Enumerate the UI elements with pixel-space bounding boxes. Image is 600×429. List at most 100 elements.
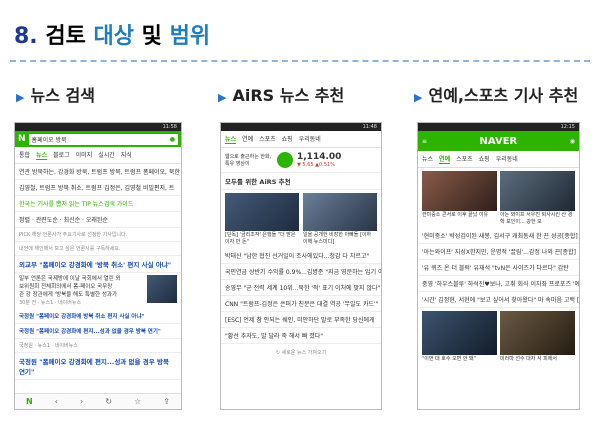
airs-item[interactable]: 국민연금 상반기 수익률 0.9%...김병준 "지금 영문하는 입기 이거..	[221, 264, 381, 280]
video-card-1[interactable]: 한미중소 콘서로 이후 끝났 이유	[422, 171, 497, 225]
news-headline-1[interactable]: 외교부 "폼페이오 강경화에 '방북 취소' 편지 사실 아냐"	[15, 256, 181, 273]
title-word-4: 범위	[169, 24, 211, 49]
airs-item[interactable]: "황선 추자도, 발 달라 죽 해서 빠 졌다"	[221, 328, 381, 344]
pick-notice: PICK 해당 언론사가 주요기사로 선정한 기사입니다.	[15, 228, 181, 242]
entertainment-item[interactable]: '유 퀴즈 온 더 블럭' 유재석 "tvN은 사이즈가 다르다" 감탄	[418, 260, 579, 276]
entertainment-item[interactable]: '아는와이프' 지성X한지민, 운명적 '끌림'...감정 나와 끈[종합]	[418, 244, 579, 260]
menu-icon[interactable]: ≡	[422, 138, 427, 145]
tab-shopping[interactable]: 쇼핑	[282, 134, 293, 144]
news-meta: 국정원 · 뉴스1 · 네이버뉴스	[15, 339, 181, 353]
header-label: AiRS 뉴스 추천	[232, 86, 345, 105]
phone-airs: 11:48 뉴스 연예 스포츠 쇼핑 우리동네 웹으로 출근하는 한화, 특유 …	[220, 122, 382, 410]
airs-section-title: 모두를 위한 AiRS 추천	[221, 173, 381, 190]
title-word-3: 및	[141, 24, 162, 49]
tab-total[interactable]: 통합	[19, 150, 30, 160]
naver-home-icon[interactable]: N	[26, 397, 33, 406]
snippet-line: 보위원회 전체회의에서 폼-페이오 국무장	[19, 284, 113, 290]
video-title: 아는 와이프 서우진 퇴사시킨 산 경학 보인이... 강한 모	[500, 212, 573, 225]
search-tip-link[interactable]: 한국는 기사를 뽑져 읽는 TIP 뉴스검색 가이드	[15, 196, 181, 212]
news-headline-4[interactable]: 국정원 "폼페이오 강경화에 편지...성과 없을 경우 방북 연기"	[15, 353, 181, 380]
exchange-rate: 1,114.00	[297, 152, 342, 162]
title-word-2: 대상	[93, 24, 134, 49]
airs-item[interactable]: CNN "트럼프-김정은 은퍼가 친분은 대결 역공 '무일도 카드'"	[221, 296, 381, 312]
card-title: [단독] '금리조작' 은행들 "더 받은 이자 반 돈"	[225, 232, 296, 245]
video-title: 한미중소 콘서로 이후 끝났 이유	[422, 212, 489, 218]
star-icon[interactable]: ☆	[134, 397, 141, 406]
airs-card-1[interactable]: [단독] '금리조작' 은행들 "더 받은 이자 반 돈"	[225, 193, 299, 245]
section-header-entertainment: ▶ 연예,스포츠 기사 추천	[414, 82, 578, 106]
airs-cards: [단독] '금리조작' 은행들 "더 받은 이자 반 돈" 일을 공개한 비장한…	[221, 190, 381, 248]
related-searches[interactable]: 연관 방북하는, 강경화 방북, 트럼프 방북, 트럼프 폼페이오, 북한	[15, 164, 181, 180]
airs-item[interactable]: [ESC] 언제 참 안되는 쉐인, 미안하단 말로 부족한 당신에게	[221, 312, 381, 328]
search-input[interactable]: 홈페이오 방북 ●	[28, 133, 178, 145]
video-thumbnail[interactable]	[422, 311, 497, 355]
status-bar: 12:15	[418, 123, 579, 131]
forward-icon[interactable]: ›	[80, 397, 83, 406]
video-thumbnail[interactable]	[500, 311, 575, 355]
title-number: 8.	[14, 24, 38, 49]
entertainment-item[interactable]: 중영 '하우스블루' 하석진♥보나, 고취 회식 이자좌 프로포즈 '예..	[418, 276, 579, 292]
video-card-2[interactable]: 아는 와이프 서우진 퇴사시킨 산 경학 보인이... 강한 모	[500, 171, 575, 225]
tab-sports[interactable]: 스포츠	[259, 134, 276, 144]
rate-change: ▼ 5.65 ▲0.51%	[297, 162, 335, 168]
load-more-label: 새로운 뉴스 가져오기	[281, 350, 327, 356]
video-cards-top: 한미중소 콘서로 이후 끝났 이유 아는 와이프 서우진 퇴사시킨 산 경학 보…	[418, 168, 579, 228]
tab-sports[interactable]: 스포츠	[456, 154, 473, 164]
entertainment-item[interactable]: '시간' 김정현, 서현에 "보고 싶어서 찾아왔다" 마 속마음 고백 [종합…	[418, 292, 579, 308]
search-tabs: 통합 뉴스 블로그 이미지 실시간 지식	[15, 147, 181, 164]
share-icon[interactable]: ⇪	[163, 397, 170, 406]
finance-icon	[277, 152, 293, 168]
tab-blog[interactable]: 블로그	[53, 150, 70, 160]
tab-local[interactable]: 우리동네	[299, 134, 321, 144]
triangle-bullet-icon: ▶	[218, 91, 227, 104]
sort-options[interactable]: 정렬 · 관련도순 · 최신순 · 오래된순	[15, 212, 181, 228]
video-card-4[interactable]: 미러마 선수 대자 서 피에서	[500, 311, 575, 362]
browser-bottom-bar: N ‹ › ↻ ☆ ⇪	[15, 393, 181, 409]
refresh-icon[interactable]: ↻	[105, 397, 112, 406]
video-card-3[interactable]: "이번 대 호수 오면 안 돼"	[422, 311, 497, 362]
location-icon[interactable]: ◉	[570, 138, 575, 145]
load-more-button[interactable]: ↻ 새로운 뉴스 가져오기	[221, 344, 381, 361]
status-time: 11:48	[362, 124, 377, 130]
card-thumbnail[interactable]	[303, 193, 377, 231]
finance-widget[interactable]: 웹으로 출근하는 한화, 특유 영상이 1,114.00 ▼ 5.65 ▲0.5…	[221, 148, 381, 173]
related-searches-2[interactable]: 김영철, 트럼프 방북 취소, 트럼프 김정은, 김영철 비밀편지, 트	[15, 180, 181, 196]
snippet-line: 일부 언론은 국제방에 이날 국회에서 열린 외	[19, 276, 121, 282]
tab-entertainment[interactable]: 연예	[242, 134, 253, 144]
video-thumbnail[interactable]	[422, 171, 497, 211]
section-header-news-search: ▶ 뉴스 검색	[16, 82, 95, 106]
phone-entertainment: 12:15 ≡ NAVER ◉ 뉴스 연예 스포츠 쇼핑 우리동네 한미중소 콘…	[417, 122, 580, 410]
video-thumbnail[interactable]	[500, 171, 575, 211]
tab-kin[interactable]: 지식	[121, 150, 132, 160]
tab-news[interactable]: 뉴스	[36, 150, 48, 160]
main-tabs: 뉴스 연예 스포츠 쇼핑 우리동네	[221, 131, 381, 148]
news-headline-3[interactable]: 국정원 "폼페이오 강경화에 편지...성과 없을 경우 방북 연기"	[15, 324, 181, 339]
status-time: 11:58	[162, 124, 177, 130]
tab-news[interactable]: 뉴스	[225, 134, 237, 144]
tab-shopping[interactable]: 쇼핑	[479, 154, 490, 164]
search-query: 홈페이오 방북	[31, 136, 67, 144]
widget-text: 웹으로 출근하는 한화, 특유 영상이	[225, 154, 272, 167]
tab-news[interactable]: 뉴스	[422, 154, 433, 164]
status-bar: 11:48	[221, 123, 381, 131]
status-bar: 11:58	[15, 123, 181, 131]
mic-icon[interactable]: ●	[170, 136, 175, 143]
airs-card-2[interactable]: 일을 공개한 비장한 아빠들 [이하 이해 뉴스미디]	[303, 193, 377, 245]
triangle-bullet-icon: ▶	[414, 91, 423, 104]
news-item-1[interactable]: 일부 언론은 국제방에 이날 국회에서 열린 외 보위원회 전체회의에서 폼-페…	[15, 273, 181, 309]
airs-item[interactable]: 박태산 "남한 협진 선거일이 조사에있다...청감 다 치르고"	[221, 248, 381, 264]
card-thumbnail[interactable]	[225, 193, 299, 231]
news-headline-2[interactable]: 국정원 "폼페이오 강경화에 방북 취소 편지 사실 아냐"	[15, 309, 181, 324]
naver-logo[interactable]: NAVER	[431, 136, 566, 147]
airs-item[interactable]: 송영무 "군 전력 세계 10위...북한 '적' 표기 이처에 맞지 않다"	[221, 280, 381, 296]
news-thumbnail[interactable]	[147, 275, 177, 303]
entertainment-item[interactable]: '현미중소' 박성검이된 새봉, 김서구 개최동새 한 끈 성공[종합]	[418, 228, 579, 244]
main-tabs: 뉴스 연예 스포츠 쇼핑 우리동네	[418, 151, 579, 168]
back-icon[interactable]: ‹	[55, 397, 58, 406]
tab-image[interactable]: 이미지	[76, 150, 93, 160]
tab-entertainment[interactable]: 연예	[439, 154, 451, 164]
naver-logo-icon[interactable]: N	[18, 134, 26, 144]
tab-realtime[interactable]: 실시간	[98, 150, 115, 160]
tab-local[interactable]: 우리동네	[496, 154, 518, 164]
news-meta: 30분 전 · 뉴스1 · 네이버뉴스	[19, 300, 82, 306]
